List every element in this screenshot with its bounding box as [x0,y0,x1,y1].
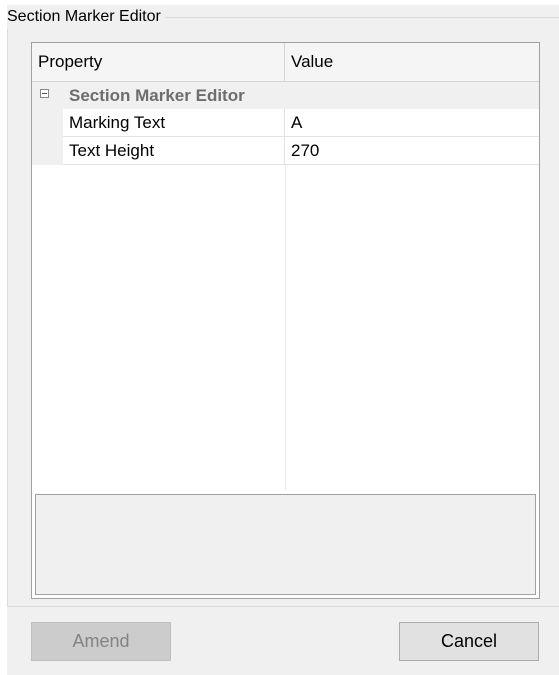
category-row[interactable]: Section Marker Editor [32,82,539,109]
grid-empty-area [32,165,539,490]
property-name[interactable]: Text Height [63,137,285,165]
property-value[interactable]: 270 [285,137,539,165]
property-value[interactable]: A [285,109,539,137]
column-header-value[interactable]: Value [285,43,539,81]
property-name[interactable]: Marking Text [63,109,285,137]
cancel-button[interactable]: Cancel [399,622,539,661]
groupbox-title: Section Marker Editor [7,5,165,29]
description-panel [35,494,536,595]
property-row-marking-text[interactable]: Marking Text A [32,109,539,137]
row-gutter [32,137,63,165]
category-label: Section Marker Editor [69,86,245,105]
property-row-text-height[interactable]: Text Height 270 [32,137,539,165]
row-gutter [32,109,63,137]
column-header-property[interactable]: Property [32,43,285,81]
collapse-box-icon[interactable] [40,89,49,98]
grid-header: Property Value [32,43,539,82]
column-divider [285,165,286,490]
property-grid[interactable]: Property Value Section Marker Editor Mar… [31,42,540,599]
amend-button[interactable]: Amend [31,622,171,661]
